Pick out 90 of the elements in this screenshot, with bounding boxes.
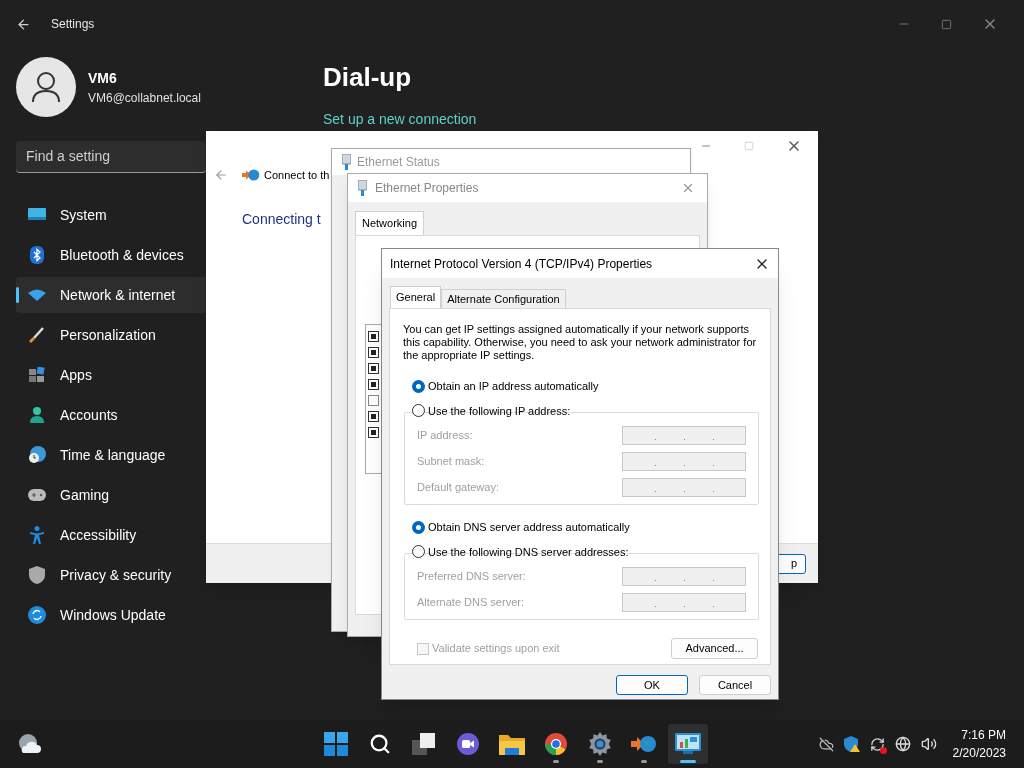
nav-item[interactable]: Windows Update — [16, 597, 206, 633]
window-title: Settings — [51, 16, 95, 33]
cloud-off-icon[interactable] — [818, 736, 834, 752]
back-icon[interactable] — [16, 16, 31, 32]
ip-address-field[interactable] — [622, 566, 746, 586]
person-icon — [31, 71, 61, 103]
brush-icon — [28, 327, 46, 343]
nav-item[interactable]: Bluetooth & devices — [16, 237, 206, 273]
sync-icon[interactable] — [869, 736, 885, 752]
network-plug-icon — [342, 154, 351, 170]
networking-tab[interactable]: Networking — [355, 211, 425, 235]
radio-button[interactable] — [412, 545, 425, 559]
nav-item[interactable]: Gaming — [16, 477, 206, 513]
radio-button[interactable] — [412, 520, 425, 534]
wifi-icon — [28, 289, 46, 301]
update-icon — [28, 606, 46, 624]
person-icon — [28, 407, 46, 423]
video-chat-icon — [456, 732, 480, 756]
browser-icon — [544, 732, 568, 756]
start-icon — [324, 732, 348, 756]
radio-label: Obtain an IP address automatically — [428, 379, 599, 394]
bluetooth-icon — [28, 246, 46, 264]
weather-icon[interactable] — [17, 733, 41, 755]
tab[interactable]: General — [390, 286, 442, 308]
field-label: Default gateway: — [417, 479, 499, 495]
accessibility-icon — [28, 526, 46, 544]
checkbox[interactable] — [368, 362, 379, 374]
checkbox-label: Validate settings upon exit — [432, 641, 560, 657]
globe-arrow-icon — [242, 167, 260, 183]
wizard-heading: Connecting t — [242, 210, 321, 229]
monitor-icon — [28, 208, 46, 222]
ip-address-field[interactable] — [622, 451, 746, 471]
dialog-button[interactable]: OK — [616, 675, 688, 695]
page-title: Dial-up — [323, 61, 413, 94]
nav-item[interactable]: Network & internet — [16, 277, 206, 313]
dialog-button[interactable]: Cancel — [699, 675, 771, 695]
radio-button[interactable] — [412, 404, 425, 418]
search-field[interactable]: Find a setting — [16, 141, 206, 173]
checkbox[interactable] — [368, 394, 379, 406]
folder-icon — [499, 733, 525, 755]
shield-icon — [28, 566, 46, 584]
field-label: Alternate DNS server: — [417, 594, 524, 610]
window-title: Ethernet Status — [357, 154, 440, 171]
checkbox[interactable] — [368, 426, 379, 438]
field-label: Subnet mask: — [417, 453, 485, 469]
clock-date[interactable]: 2/20/2023 — [952, 744, 1006, 762]
field-label: IP address: — [417, 427, 473, 443]
speaker-icon[interactable] — [920, 736, 937, 752]
taskbar-button[interactable] — [668, 724, 708, 764]
maximize-icon[interactable] — [941, 18, 952, 30]
nav-item[interactable]: Accessibility — [16, 517, 206, 553]
nav-item[interactable]: Apps — [16, 357, 206, 393]
clock-icon — [28, 446, 46, 464]
apps-icon — [28, 367, 46, 383]
wizard-title: Connect to th — [264, 167, 330, 183]
checkbox[interactable] — [368, 410, 379, 422]
globe-arrow-icon — [631, 733, 657, 755]
gear-icon — [588, 732, 612, 756]
ip-address-field[interactable] — [622, 477, 746, 497]
network-plug-icon — [358, 180, 367, 196]
radio-label: Use the following DNS server addresses: — [428, 544, 629, 560]
nav-item[interactable]: Time & language — [16, 437, 206, 473]
radio-button[interactable] — [412, 379, 425, 393]
monitor-chart-icon — [675, 732, 701, 756]
globe-icon[interactable] — [894, 736, 911, 752]
checkbox[interactable] — [368, 346, 379, 358]
radio-label: Obtain DNS server address automatically — [428, 520, 630, 535]
ip-address-field[interactable] — [622, 425, 746, 445]
ip-address-field[interactable] — [622, 592, 746, 612]
user-email: VM6@collabnet.local — [88, 89, 201, 107]
advanced-button[interactable]: Advanced... — [671, 638, 758, 659]
nav-item[interactable]: System — [16, 197, 206, 233]
gamepad-icon — [28, 489, 46, 501]
window-title: Ethernet Properties — [375, 180, 479, 197]
setup-link[interactable]: Set up a new connection — [323, 109, 477, 130]
clock-time[interactable]: 7:16 PM — [961, 726, 1006, 744]
dialog-title: Internet Protocol Version 4 (TCP/IPv4) Properties — [390, 255, 653, 273]
user-name: VM6 — [88, 68, 118, 88]
field-label: Preferred DNS server: — [417, 568, 526, 584]
nav-item[interactable]: Personalization — [16, 317, 206, 353]
search-icon — [369, 733, 391, 755]
radio-label: Use the following IP address: — [428, 403, 571, 419]
checkbox[interactable] — [368, 330, 379, 342]
task-view-icon — [412, 733, 436, 755]
tab[interactable]: Alternate Configuration — [441, 289, 566, 308]
nav-item[interactable]: Privacy & security — [16, 557, 206, 593]
shield-warning-icon[interactable] — [843, 736, 860, 752]
nav-item[interactable]: Accounts — [16, 397, 206, 433]
description: You can get IP settings assigned automatically if your network supports this capability. Otherwise, you need to ask your network administrator for the appropriate IP settings. — [403, 323, 757, 362]
checkbox[interactable] — [368, 378, 379, 390]
